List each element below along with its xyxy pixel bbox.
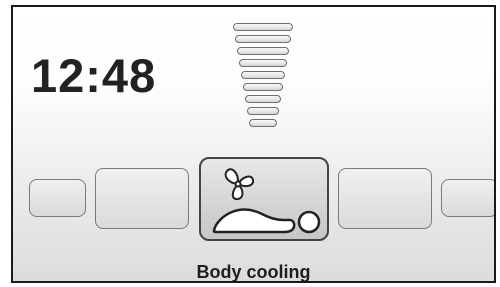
level-bar bbox=[235, 35, 291, 43]
mode-tile-far-right[interactable] bbox=[441, 179, 494, 217]
mode-tile-far-left[interactable] bbox=[29, 179, 86, 217]
level-bar bbox=[249, 119, 277, 127]
level-bar bbox=[245, 95, 281, 103]
reclining-body-icon bbox=[212, 208, 321, 234]
level-bar bbox=[239, 59, 287, 67]
level-bar bbox=[241, 71, 285, 79]
intensity-level-indicator bbox=[231, 23, 295, 133]
mode-tile-right[interactable] bbox=[338, 168, 432, 229]
level-bar bbox=[243, 83, 283, 91]
display-screen: 12:48 Body cooling bbox=[11, 5, 496, 283]
level-bar bbox=[233, 23, 293, 31]
selected-mode-label: Body cooling bbox=[196, 262, 311, 282]
fan-icon bbox=[224, 168, 255, 201]
mode-tile-left[interactable] bbox=[95, 168, 189, 229]
level-bar bbox=[237, 47, 289, 55]
level-bar bbox=[247, 107, 279, 115]
clock-time: 12:48 bbox=[31, 49, 157, 102]
mode-tile-body-cooling[interactable] bbox=[199, 157, 329, 241]
